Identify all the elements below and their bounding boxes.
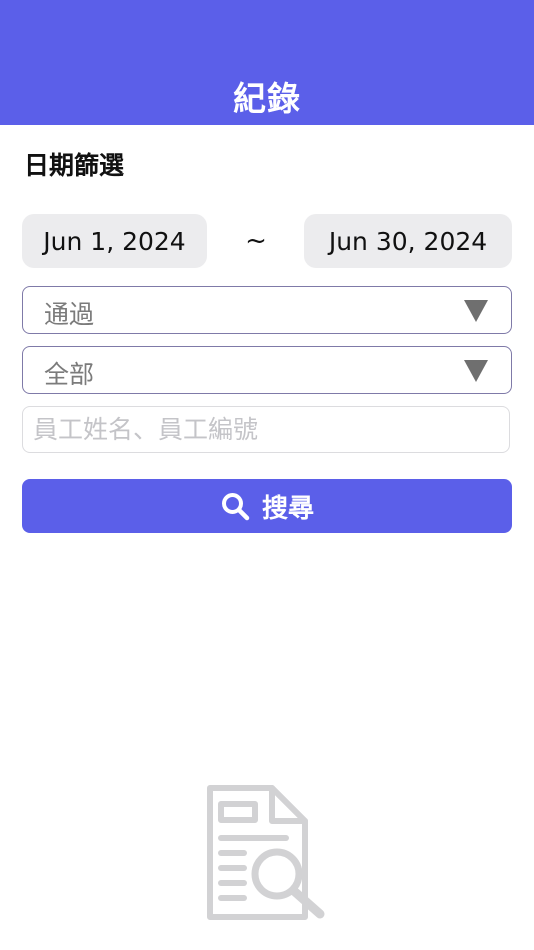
scope-select-value: 全部 bbox=[44, 360, 95, 389]
employee-search-input[interactable] bbox=[22, 406, 510, 453]
triangle-down-icon bbox=[464, 300, 488, 322]
end-date-value: Jun 30, 2024 bbox=[328, 226, 488, 256]
search-button-label: 搜尋 bbox=[261, 493, 314, 524]
end-date-picker[interactable]: Jun 30, 2024 bbox=[304, 214, 512, 268]
start-date-picker[interactable]: Jun 1, 2024 bbox=[22, 214, 207, 268]
scope-select[interactable]: 全部 bbox=[22, 346, 512, 394]
magnifier-icon bbox=[221, 493, 250, 521]
start-date-value: Jun 1, 2024 bbox=[43, 226, 186, 256]
triangle-down-icon bbox=[464, 360, 488, 382]
app-header: 紀錄 bbox=[0, 0, 534, 125]
search-button[interactable]: 搜尋 bbox=[22, 479, 512, 533]
status-select-value: 通過 bbox=[44, 300, 95, 329]
status-select[interactable]: 通過 bbox=[22, 286, 512, 334]
date-range-separator: ~ bbox=[245, 226, 267, 256]
page-title: 紀錄 bbox=[233, 79, 301, 118]
date-filter-title: 日期篩選 bbox=[24, 151, 125, 180]
document-search-icon bbox=[207, 785, 325, 920]
